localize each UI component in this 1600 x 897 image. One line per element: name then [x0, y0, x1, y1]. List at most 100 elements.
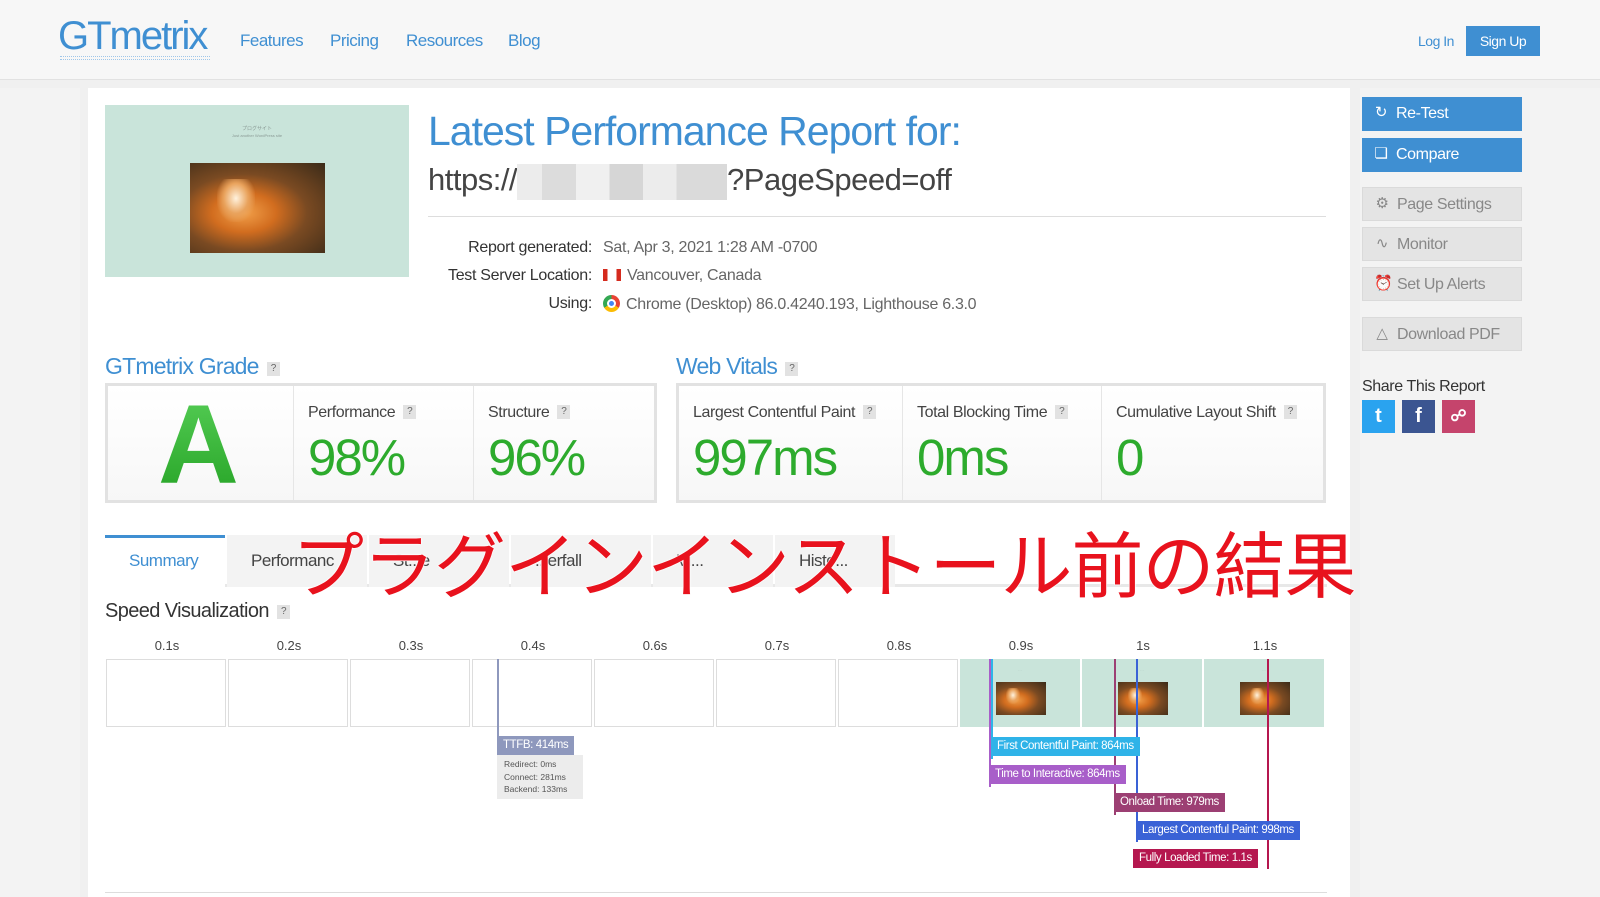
filmstrip-frame[interactable] [594, 659, 714, 727]
tbt-label: Total Blocking Time? [917, 404, 1069, 422]
pdf-icon: △ [1376, 325, 1388, 342]
ttfb-line [497, 659, 499, 739]
download-pdf-button[interactable]: △ Download PDF [1362, 317, 1522, 351]
structure-cell: Structure? 96% [474, 386, 654, 500]
ttfb-marker: TTFB: 414ms [497, 736, 575, 755]
tick-label: 0.7s [764, 638, 790, 653]
help-icon[interactable]: ? [557, 405, 571, 419]
ttfb-backend: Backend: 133ms [504, 784, 568, 794]
tbt-cell: Total Blocking Time? 0ms [903, 386, 1102, 500]
pulse-icon: ∿ [1375, 235, 1389, 252]
fully-loaded-marker: Fully Loaded Time: 1.1s [1133, 849, 1258, 868]
monitor-button[interactable]: ∿ Monitor [1362, 227, 1522, 261]
logo-underline [60, 56, 210, 60]
gtmetrix-logo[interactable]: GTmetrix [58, 16, 208, 56]
compare-icon: ❏ [1374, 145, 1388, 162]
share-title: Share This Report [1362, 378, 1485, 395]
tick-label: 0.9s [1008, 638, 1034, 653]
ttfb-breakdown: Redirect: 0ms Connect: 281ms Backend: 13… [497, 755, 583, 799]
nav-pricing[interactable]: Pricing [330, 31, 379, 51]
grade-title: GTmetrix Grade [105, 353, 259, 379]
signup-button[interactable]: Sign Up [1466, 26, 1540, 56]
facebook-icon[interactable]: f [1402, 400, 1435, 433]
fcp-marker: First Contentful Paint: 864ms [991, 737, 1140, 756]
bottom-divider [105, 892, 1327, 893]
page-screenshot-thumbnail: プログサイト Just another WordPress site [105, 105, 409, 277]
meta-label-generated: Report generated: [468, 239, 592, 256]
page-settings-button[interactable]: ⚙ Page Settings [1362, 187, 1522, 221]
tab-summary[interactable]: Summary [105, 535, 225, 587]
divider [428, 216, 1326, 217]
refresh-icon: ↻ [1374, 104, 1388, 121]
nav-blog[interactable]: Blog [508, 31, 541, 51]
tick-label: 0.1s [154, 638, 180, 653]
meta-value-location: Vancouver, Canada [603, 267, 762, 285]
tick-label: 0.3s [398, 638, 424, 653]
tick-label: 0.2s [276, 638, 302, 653]
structure-value: 96% [488, 429, 586, 486]
help-icon[interactable]: ? [863, 405, 877, 419]
filmstrip-frame[interactable]: · · · [1082, 659, 1202, 727]
filmstrip-frame[interactable]: · · · [960, 659, 1080, 727]
help-icon[interactable]: ? [1283, 405, 1297, 419]
gear-icon: ⚙ [1375, 195, 1389, 212]
help-icon[interactable]: ? [785, 362, 799, 376]
lcp-value: 997ms [693, 429, 838, 486]
url-suffix: ?PageSpeed=off [727, 162, 952, 197]
filmstrip-frame[interactable] [350, 659, 470, 727]
chrome-icon [603, 295, 620, 312]
thumb-site-subtitle: Just another WordPress site [231, 133, 283, 138]
canada-flag-icon [603, 269, 621, 281]
tbt-value: 0ms [917, 429, 1009, 486]
tick-label: 0.4s [520, 638, 546, 653]
link-icon[interactable]: ☍ [1442, 400, 1475, 433]
help-icon[interactable]: ? [403, 405, 417, 419]
lcp-marker: Largest Contentful Paint: 998ms [1136, 821, 1300, 840]
location-text: Vancouver, Canada [627, 267, 762, 284]
performance-label: Performance? [308, 404, 417, 422]
retest-button[interactable]: ↻ Re-Test [1362, 97, 1522, 131]
cls-cell: Cumulative Layout Shift? 0 [1102, 386, 1323, 500]
ttfb-connect: Connect: 281ms [504, 771, 566, 782]
twitter-icon[interactable]: t [1362, 400, 1395, 433]
filmstrip-frame[interactable] [106, 659, 226, 727]
speed-visualization-heading: Speed Visualization? [105, 600, 290, 623]
tick-label: 0.6s [642, 638, 668, 653]
grade-letter-cell: A [108, 382, 294, 507]
help-icon[interactable]: ? [1055, 405, 1069, 419]
report-url: https:// ?PageSpeed=off [428, 162, 952, 200]
nav-features[interactable]: Features [240, 31, 304, 51]
speed-title: Speed Visualization [105, 600, 270, 622]
cls-label: Cumulative Layout Shift? [1116, 404, 1297, 422]
browser-text: Chrome (Desktop) 86.0.4240.193, Lighthou… [626, 296, 977, 313]
fox-image [190, 163, 325, 253]
performance-value: 98% [308, 429, 406, 486]
url-prefix: https:// [428, 162, 518, 197]
filmstrip-frame[interactable] [228, 659, 348, 727]
ttfb-redirect: Redirect: 0ms [504, 759, 557, 769]
lcp-label: Largest Contentful Paint? [693, 404, 877, 422]
left-gutter [0, 88, 80, 897]
vitals-heading: Web Vitals? [676, 353, 799, 380]
fox-image [1240, 682, 1290, 715]
vitals-box: Largest Contentful Paint? 997ms Total Bl… [676, 383, 1326, 503]
filmstrip-frame[interactable] [472, 659, 592, 727]
report-title: Latest Performance Report for: [428, 108, 962, 154]
setup-alerts-button[interactable]: ⏰ Set Up Alerts [1362, 267, 1522, 301]
help-icon[interactable]: ? [266, 362, 280, 376]
structure-label: Structure? [488, 404, 571, 422]
nav-resources[interactable]: Resources [406, 31, 483, 51]
vitals-title: Web Vitals [676, 353, 778, 379]
tick-label: 1s [1136, 638, 1150, 653]
compare-button[interactable]: ❏ Compare [1362, 138, 1522, 172]
help-icon[interactable]: ? [276, 605, 290, 619]
login-link[interactable]: Log In [1418, 33, 1454, 49]
tick-label: 1.1s [1252, 638, 1278, 653]
filmstrip-frame[interactable] [838, 659, 958, 727]
fox-image [996, 682, 1046, 715]
lcp-cell: Largest Contentful Paint? 997ms [679, 386, 903, 500]
filmstrip-frame[interactable]: · · · [1204, 659, 1324, 727]
meta-label-using: Using: [548, 295, 592, 312]
thumb-site-title: プログサイト [241, 126, 272, 132]
filmstrip-frame[interactable] [716, 659, 836, 727]
